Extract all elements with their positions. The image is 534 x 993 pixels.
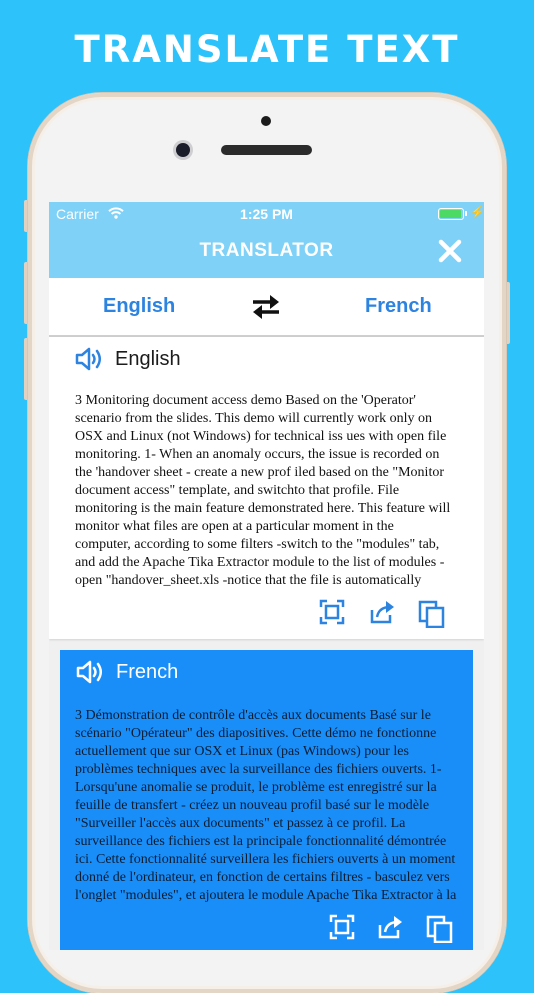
promo-title: TRANSLATE TEXT [74,28,460,71]
share-icon[interactable] [376,913,404,941]
swap-icon[interactable] [249,292,283,322]
earpiece-speaker [221,145,312,155]
battery-icon [438,208,464,220]
charging-icon: ⚡ [470,205,484,219]
target-card-language: French [116,661,179,683]
copy-icon[interactable] [418,600,446,628]
source-card: English 3 Monitoring document access dem… [49,337,484,639]
share-icon[interactable] [368,598,396,626]
status-time: 1:25 PM [240,206,293,222]
target-text[interactable]: 3 Démonstration de contrôle d'accès aux … [75,707,460,905]
page-title: TRANSLATOR [199,240,334,261]
close-icon[interactable] [437,238,463,264]
nav-bar: TRANSLATOR [49,226,484,278]
target-card: French 3 Démonstration de contrôle d'acc… [60,650,473,950]
source-card-language: English [115,348,181,370]
battery-tip [465,211,467,216]
proximity-sensor [261,116,271,126]
copy-icon[interactable] [426,915,454,943]
target-language-button[interactable]: French [365,295,432,318]
speaker-icon[interactable] [75,345,105,373]
source-text[interactable]: 3 Monitoring document access demo Based … [75,392,451,590]
phone-screen: Carrier 1:25 PM ⚡ TRANSLATOR English Fre… [49,202,484,950]
status-bar: Carrier 1:25 PM ⚡ [49,202,484,226]
source-language-button[interactable]: English [103,295,175,318]
speaker-icon[interactable] [76,658,106,686]
fullscreen-icon[interactable] [318,598,346,626]
front-camera [176,143,190,157]
fullscreen-icon[interactable] [328,913,356,941]
language-selector: English French [49,278,484,337]
